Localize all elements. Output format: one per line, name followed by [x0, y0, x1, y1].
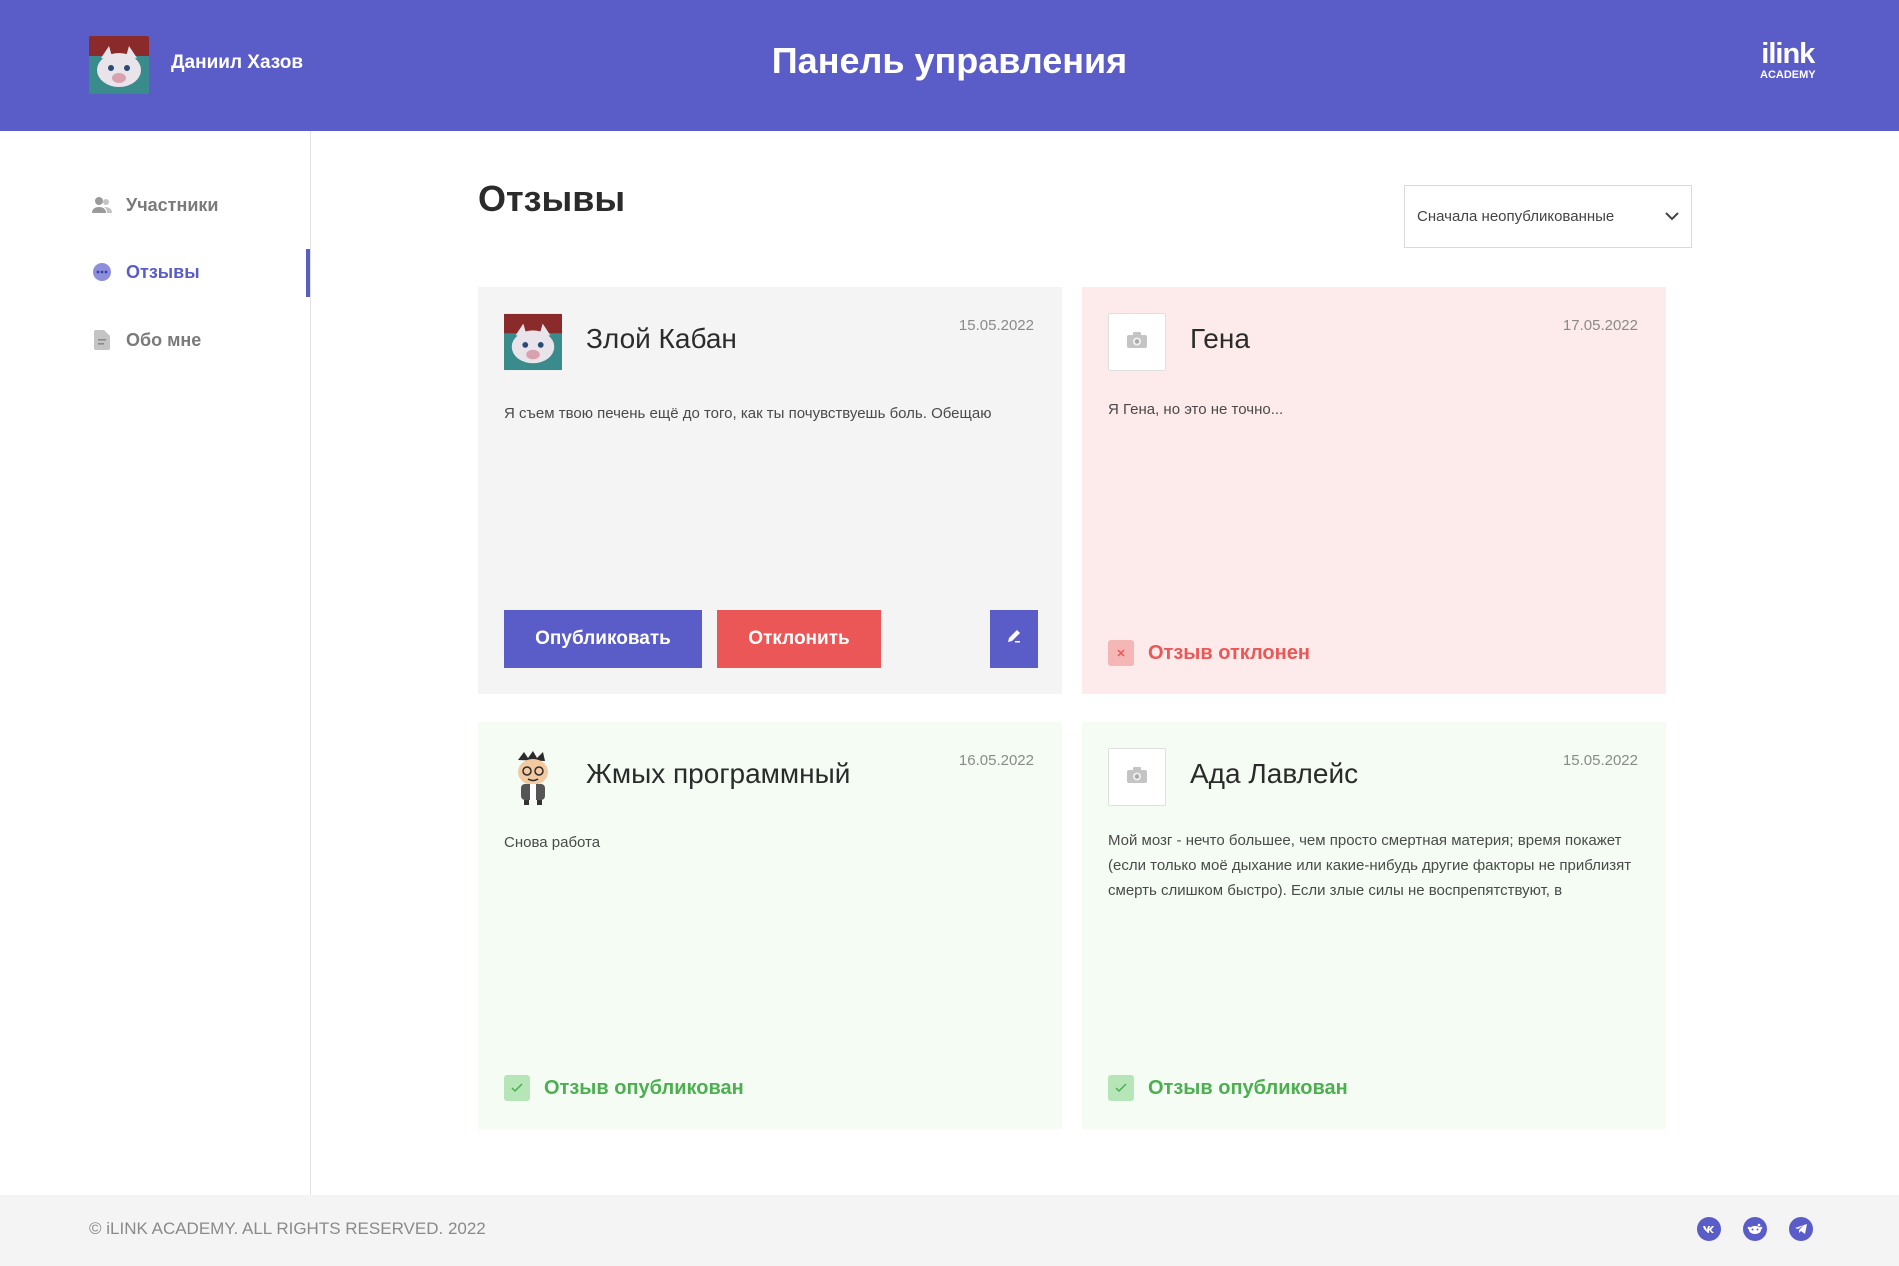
users-icon — [92, 195, 112, 215]
app-header: Даниил Хазов Панель управления ilink ACA… — [0, 0, 1899, 131]
review-text: Я съем твою печень ещё до того, как ты п… — [504, 405, 992, 422]
active-nav-indicator — [306, 249, 310, 297]
ilink-logo[interactable]: ilink ACADEMY — [1760, 40, 1816, 81]
review-date: 15.05.2022 — [958, 317, 1034, 334]
reject-button[interactable]: Отклонить — [717, 610, 881, 668]
vk-icon[interactable] — [1697, 1217, 1721, 1241]
review-avatar — [504, 313, 562, 371]
logo-text-top: ilink — [1761, 38, 1815, 70]
sidebar-item-about[interactable]: Обо мне — [92, 325, 201, 355]
sidebar-item-participants[interactable]: Участники — [92, 190, 219, 220]
check-icon — [1108, 1075, 1134, 1101]
edit-button[interactable] — [990, 610, 1038, 668]
page-title: Отзывы — [478, 178, 626, 219]
review-text: Снова работа — [504, 834, 601, 851]
review-card: Гена 17.05.2022 Я Гена, но это не точно.… — [1082, 287, 1666, 694]
chevron-down-icon — [1665, 208, 1679, 225]
review-avatar-placeholder — [1108, 748, 1166, 806]
sidebar-item-reviews[interactable]: Отзывы — [92, 257, 200, 287]
review-status-published: Отзыв опубликован — [504, 1075, 744, 1101]
telegram-icon[interactable] — [1789, 1217, 1813, 1241]
review-author: Ада Лавлейс — [1190, 758, 1359, 789]
close-icon — [1108, 640, 1134, 666]
sidebar-item-label: Обо мне — [126, 329, 202, 350]
sort-select[interactable]: Сначала неопубликованные — [1404, 185, 1692, 248]
sidebar-item-label: Участники — [126, 194, 219, 215]
pencil-icon — [1006, 628, 1022, 650]
review-author: Жмых программный — [586, 758, 851, 789]
review-card: Жмых программный 16.05.2022 Снова работа… — [478, 722, 1062, 1129]
review-status-label: Отзыв отклонен — [1148, 641, 1310, 664]
footer: © iLINK ACADEMY. ALL RIGHTS RESERVED. 20… — [0, 1195, 1899, 1266]
sidebar-item-label: Отзывы — [126, 261, 200, 282]
review-status-label: Отзыв опубликован — [1148, 1076, 1348, 1099]
chat-bubble-icon — [92, 262, 112, 282]
page-header-title: Панель управления — [771, 40, 1128, 81]
publish-button[interactable]: Опубликовать — [504, 610, 702, 668]
camera-icon — [1126, 331, 1148, 354]
review-date: 16.05.2022 — [958, 752, 1034, 769]
review-status-label: Отзыв опубликован — [544, 1076, 744, 1099]
review-status-published: Отзыв опубликован — [1108, 1075, 1348, 1101]
camera-icon — [1126, 766, 1148, 789]
document-icon — [92, 330, 112, 350]
review-card: Злой Кабан 15.05.2022 Я съем твою печень… — [478, 287, 1062, 694]
sort-select-value: Сначала неопубликованные — [1417, 208, 1615, 225]
review-author: Злой Кабан — [586, 323, 737, 354]
copyright-text: © iLINK ACADEMY. ALL RIGHTS RESERVED. 20… — [89, 1219, 486, 1238]
review-avatar-placeholder — [1108, 313, 1166, 371]
review-card: Ада Лавлейс 15.05.2022 Мой мозг - нечто … — [1082, 722, 1666, 1129]
review-date: 15.05.2022 — [1562, 752, 1638, 769]
logo-text-bottom: ACADEMY — [1760, 69, 1816, 81]
review-status-rejected: Отзыв отклонен — [1108, 640, 1310, 666]
sidebar — [0, 131, 311, 1195]
review-author: Гена — [1190, 323, 1250, 354]
review-text: Я Гена, но это не точно... — [1108, 401, 1284, 418]
check-icon — [504, 1075, 530, 1101]
reddit-icon[interactable] — [1743, 1217, 1767, 1241]
review-date: 17.05.2022 — [1562, 317, 1638, 334]
review-avatar — [504, 748, 562, 806]
review-text: Мой мозг - нечто большее, чем просто сме… — [1108, 832, 1632, 899]
